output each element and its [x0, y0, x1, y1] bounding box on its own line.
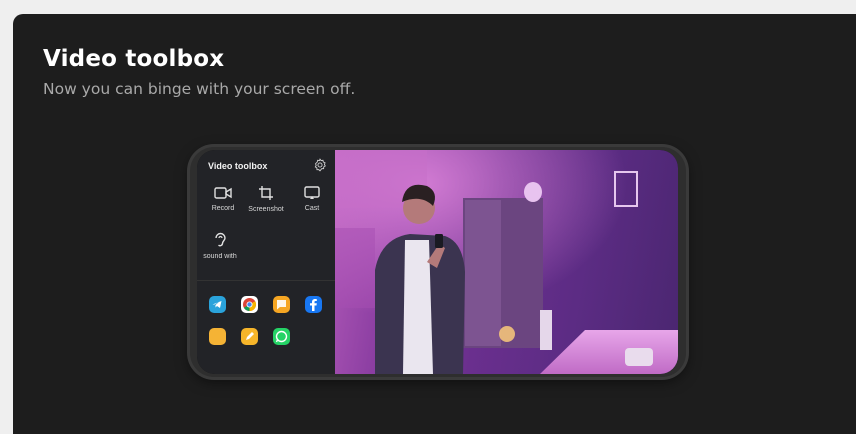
toolbox-title: Video toolbox: [208, 161, 268, 171]
video-scene-image: [335, 150, 678, 374]
feature-card: Video toolbox Now you can binge with you…: [13, 14, 856, 434]
panel-divider: [197, 280, 335, 281]
phone-screen: Video toolbox Record Screenshot Cast sou…: [197, 150, 678, 374]
facebook-icon[interactable]: [305, 296, 322, 313]
messages-icon[interactable]: [273, 296, 290, 313]
phone-mockup: Video toolbox Record Screenshot Cast sou…: [190, 147, 686, 377]
video-frame[interactable]: [335, 150, 678, 374]
screenshot-label: Screenshot: [248, 206, 284, 213]
cast-button[interactable]: Cast: [289, 186, 335, 212]
files-icon[interactable]: [209, 328, 226, 345]
notes-icon[interactable]: [241, 328, 258, 345]
page-subtitle: Now you can binge with your screen off.: [43, 80, 356, 98]
cast-icon: [304, 186, 320, 199]
video-toolbox-panel: Video toolbox Record Screenshot Cast sou…: [197, 150, 335, 374]
sound-button[interactable]: sound with: [203, 232, 237, 260]
cast-label: Cast: [304, 205, 320, 212]
screenshot-button[interactable]: Screenshot: [243, 185, 289, 213]
telegram-icon[interactable]: [209, 296, 226, 313]
sound-label: sound with: [203, 253, 237, 260]
gear-icon[interactable]: [313, 158, 327, 172]
crop-icon: [259, 186, 273, 200]
ear-icon: [215, 232, 226, 247]
whatsapp-icon[interactable]: [273, 328, 290, 345]
record-label: Record: [211, 205, 235, 212]
page-title: Video toolbox: [43, 46, 225, 72]
record-icon: [214, 187, 232, 199]
chrome-icon[interactable]: [241, 296, 258, 313]
record-button[interactable]: Record: [200, 186, 246, 212]
